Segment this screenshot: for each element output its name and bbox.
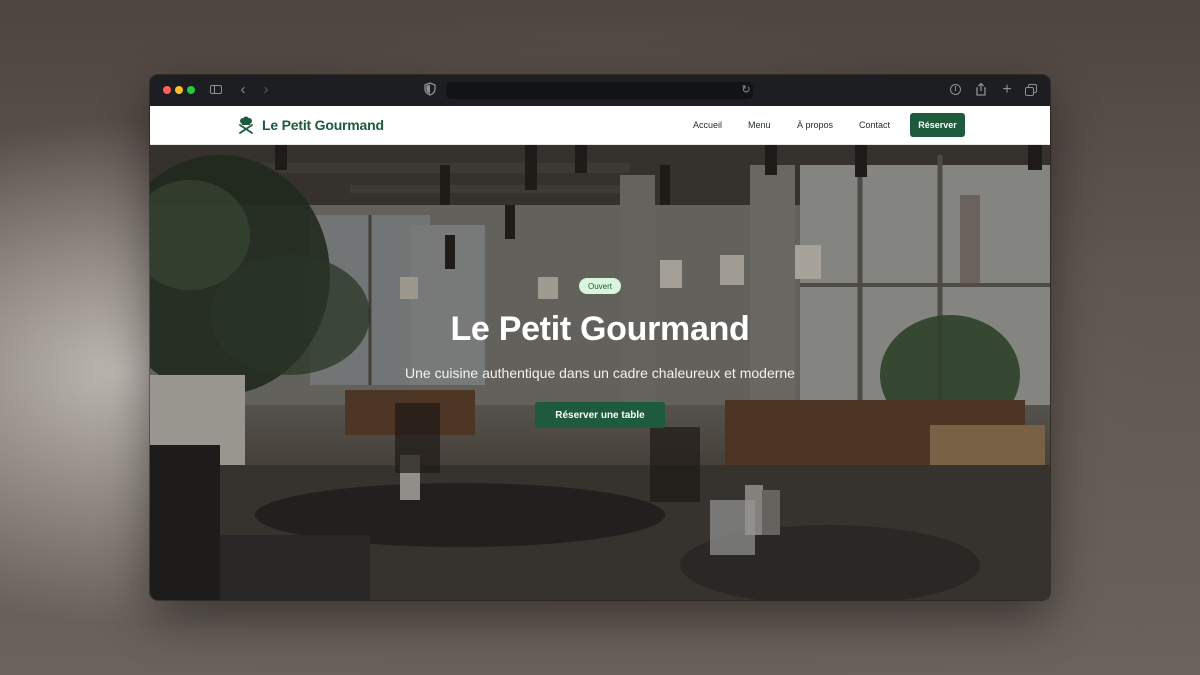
share-icon[interactable] (973, 82, 989, 98)
reserve-table-button[interactable]: Réserver une table (535, 402, 665, 428)
back-icon[interactable]: ‹ (235, 82, 251, 98)
hero-section: Ouvert Le Petit Gourmand Une cuisine aut… (150, 145, 1050, 600)
address-bar[interactable] (446, 82, 753, 99)
chef-hat-utensils-icon (239, 116, 253, 134)
shield-icon[interactable] (422, 82, 438, 98)
download-icon[interactable] (948, 82, 964, 98)
new-tab-icon[interactable]: + (999, 82, 1015, 98)
minimize-window-button[interactable] (175, 86, 183, 94)
nav-link-accueil[interactable]: Accueil (693, 119, 722, 131)
tab-overview-icon[interactable] (1024, 82, 1040, 98)
open-status-badge: Ouvert (579, 278, 621, 294)
nav-link-menu[interactable]: Menu (748, 119, 771, 131)
reload-icon[interactable]: ↻ (738, 82, 754, 98)
browser-toolbar: ‹ › ↻ + (150, 75, 1050, 107)
reserve-button[interactable]: Réserver (910, 113, 965, 137)
site-header: Le Petit Gourmand Accueil Menu À propos … (150, 106, 1050, 145)
forward-icon[interactable]: › (258, 82, 274, 98)
close-window-button[interactable] (163, 86, 171, 94)
nav-link-a-propos[interactable]: À propos (797, 119, 833, 131)
hero-subtitle: Une cuisine authentique dans un cadre ch… (405, 365, 795, 381)
nav-link-contact[interactable]: Contact (859, 119, 890, 131)
sidebar-icon[interactable] (209, 82, 225, 98)
hero-title: Le Petit Gourmand (450, 310, 750, 348)
browser-window: ‹ › ↻ + Le Petit Gourmand Accueil Menu À… (150, 75, 1050, 600)
zoom-window-button[interactable] (187, 86, 195, 94)
brand-name: Le Petit Gourmand (262, 117, 384, 133)
brand-logo[interactable]: Le Petit Gourmand (237, 115, 384, 135)
